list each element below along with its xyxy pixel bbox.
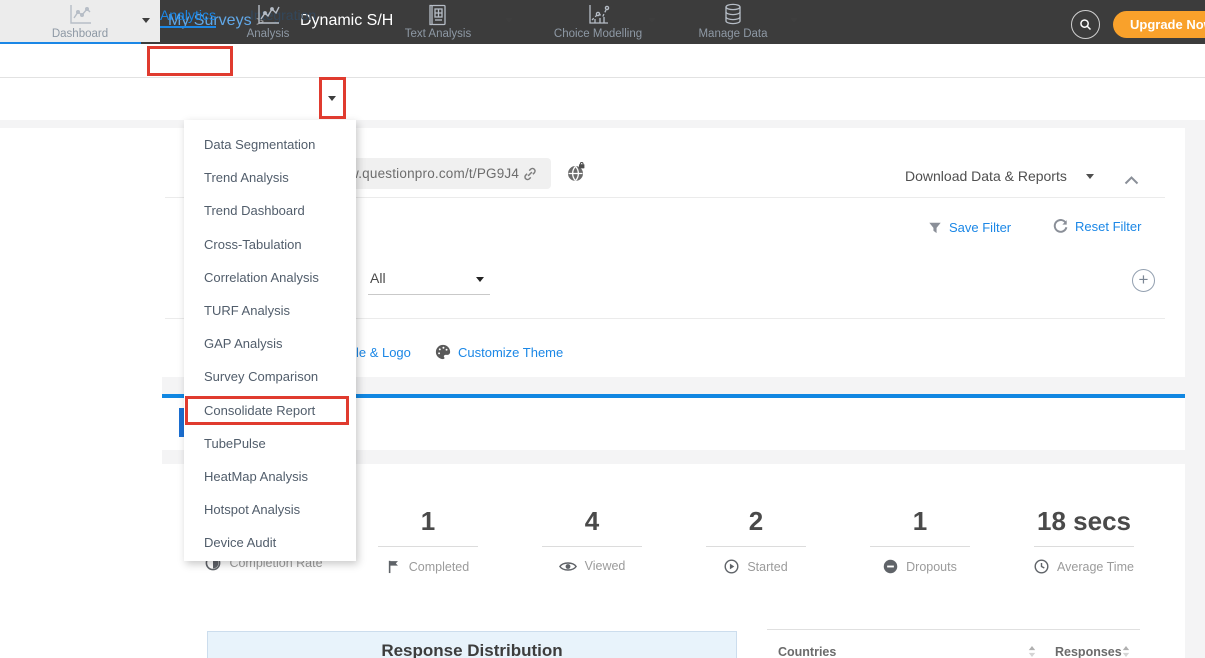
stat-label: Viewed: [585, 559, 626, 573]
menu-item-consolidate-report[interactable]: Consolidate Report: [184, 394, 356, 427]
tool-analysis[interactable]: Analysis: [185, 0, 351, 42]
analysis-dropdown-menu: Data Segmentation Trend Analysis Trend D…: [184, 120, 356, 561]
analytics-toolbar: [0, 78, 1205, 120]
save-filter-label: Save Filter: [949, 220, 1011, 235]
page-background-strip: [1185, 120, 1205, 658]
countries-column-header[interactable]: Countries: [778, 645, 836, 658]
chevron-down-icon[interactable]: [1086, 174, 1094, 179]
save-filter-button[interactable]: Save Filter: [928, 220, 1011, 235]
stat-label: Started: [747, 560, 787, 574]
text-analysis-icon: [355, 0, 521, 26]
menu-item-data-segmentation[interactable]: Data Segmentation: [184, 128, 356, 161]
clock-icon: [1034, 559, 1049, 574]
survey-tab-bar: [0, 44, 1205, 78]
refresh-icon: [1053, 219, 1068, 234]
tool-manage-data[interactable]: Manage Data: [650, 0, 816, 42]
menu-item-heatmap-analysis[interactable]: HeatMap Analysis: [184, 460, 356, 493]
filter-select[interactable]: All: [370, 270, 386, 286]
reset-filter-label: Reset Filter: [1075, 219, 1141, 234]
analysis-chart-icon: [185, 0, 351, 26]
menu-item-gap-analysis[interactable]: GAP Analysis: [184, 327, 356, 360]
stat-value: 1: [840, 506, 1000, 537]
upgrade-now-button[interactable]: Upgrade Now: [1113, 11, 1205, 38]
stat-completed: 1 Completed: [348, 506, 508, 574]
tool-label: Text Analysis: [355, 28, 521, 40]
flag-icon: [387, 559, 401, 574]
analysis-dropdown-caret[interactable]: [328, 96, 336, 101]
divider: [767, 629, 1140, 630]
search-button[interactable]: [1071, 10, 1100, 39]
stat-value: 2: [676, 506, 836, 537]
chevron-down-icon[interactable]: [790, 18, 798, 23]
download-data-reports-button[interactable]: Download Data & Reports: [905, 168, 1067, 184]
sort-icon[interactable]: [1028, 646, 1036, 657]
menu-item-tubepulse[interactable]: TubePulse: [184, 427, 356, 460]
reset-filter-button[interactable]: Reset Filter: [1053, 219, 1141, 234]
menu-item-survey-comparison[interactable]: Survey Comparison: [184, 360, 356, 393]
funnel-icon: [928, 221, 942, 235]
menu-item-turf-analysis[interactable]: TURF Analysis: [184, 294, 356, 327]
sort-icon[interactable]: [1122, 646, 1130, 657]
stat-dropouts: 1 Dropouts: [840, 506, 1000, 574]
menu-item-trend-analysis[interactable]: Trend Analysis: [184, 161, 356, 194]
chevron-down-icon[interactable]: [505, 18, 513, 23]
stat-label: Dropouts: [906, 560, 957, 574]
minus-circle-icon: [883, 559, 898, 574]
stat-viewed: 4 Viewed: [512, 506, 672, 573]
palette-icon[interactable]: [435, 344, 451, 360]
stat-label: Completed: [409, 560, 469, 574]
menu-item-hotspot-analysis[interactable]: Hotspot Analysis: [184, 493, 356, 526]
dashboard-chart-icon: [0, 0, 160, 26]
menu-item-device-audit[interactable]: Device Audit: [184, 526, 356, 559]
chevron-down-icon[interactable]: [142, 18, 150, 23]
add-filter-button[interactable]: +: [1132, 269, 1155, 292]
tool-text-analysis[interactable]: Text Analysis: [355, 0, 521, 42]
stat-average-time: 18 secs Average Time: [1004, 506, 1164, 574]
eye-icon: [559, 561, 577, 572]
stat-label: Average Time: [1057, 560, 1134, 574]
stat-value: 18 secs: [1004, 506, 1164, 537]
select-underline: [368, 294, 490, 295]
collapse-panel-icon[interactable]: [1124, 176, 1139, 185]
menu-item-correlation-analysis[interactable]: Correlation Analysis: [184, 261, 356, 294]
chevron-down-icon: [476, 277, 484, 282]
search-icon: [1078, 17, 1093, 32]
globe-lock-icon[interactable]: [566, 162, 587, 183]
page-background-band: [0, 120, 1205, 128]
response-distribution-header: Response Distribution: [207, 631, 737, 658]
tool-dashboard[interactable]: Dashboard: [0, 0, 160, 42]
responses-column-header[interactable]: Responses: [1055, 645, 1122, 658]
menu-item-cross-tabulation[interactable]: Cross-Tabulation: [184, 228, 356, 261]
stat-value: 1: [348, 506, 508, 537]
survey-url-text: w.questionpro.com/t/PG9J4: [349, 166, 519, 181]
tool-label: Manage Data: [650, 28, 816, 40]
play-circle-icon: [724, 559, 739, 574]
tool-label: Analysis: [185, 28, 351, 40]
stat-started: 2 Started: [676, 506, 836, 574]
menu-item-trend-dashboard[interactable]: Trend Dashboard: [184, 194, 356, 227]
customize-theme-link[interactable]: Customize Theme: [458, 345, 563, 360]
link-icon[interactable]: [521, 165, 539, 183]
stat-value: 4: [512, 506, 672, 537]
tool-label: Dashboard: [0, 28, 160, 40]
app-window: Surveys My Surveys > Dynamic S/H Upgrade…: [0, 0, 1205, 658]
